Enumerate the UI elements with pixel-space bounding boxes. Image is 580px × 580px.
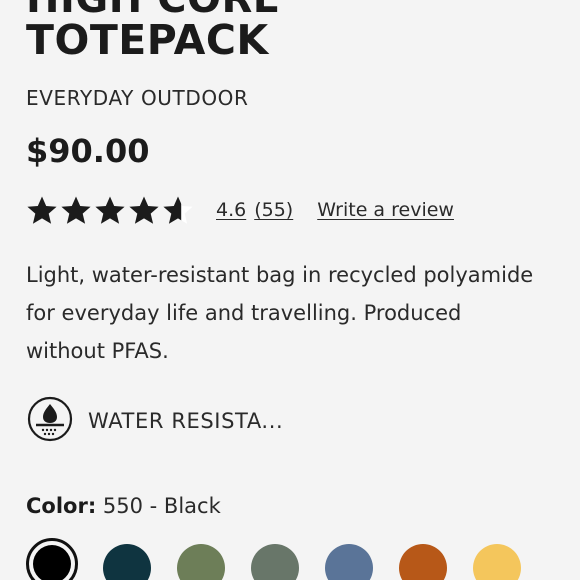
color-selection-text: Color: 550 - Black <box>26 494 221 518</box>
color-swatches <box>26 538 580 580</box>
color-swatch-grey-green[interactable] <box>251 544 299 580</box>
color-selected-value: 550 - Black <box>102 494 221 518</box>
rating-row: 4.6 (55) Write a review <box>26 190 454 230</box>
color-swatch-dark-teal[interactable] <box>103 544 151 580</box>
color-swatch-rust-orange[interactable] <box>399 544 447 580</box>
rating-value: 4.6 <box>216 199 247 221</box>
color-swatch-olive-green[interactable] <box>177 544 225 580</box>
product-collection: EVERYDAY OUTDOOR <box>26 86 249 110</box>
rating-summary-link[interactable]: 4.6 (55) <box>216 199 293 221</box>
rating-stars <box>26 195 194 225</box>
star-icon <box>162 195 194 225</box>
feature-label: WATER RESISTA... <box>88 409 284 433</box>
color-swatch-slate-blue[interactable] <box>325 544 373 580</box>
write-review-link[interactable]: Write a review <box>317 199 454 221</box>
star-icon <box>60 195 92 225</box>
product-title: TOTEPACK <box>26 16 269 64</box>
water-resistant-icon <box>26 395 74 447</box>
product-description: Light, water-resistant bag in recycled p… <box>26 263 534 363</box>
star-icon <box>26 195 58 225</box>
product-page: HIGH CORE TOTEPACK EVERYDAY OUTDOOR $90.… <box>0 0 580 580</box>
star-icon <box>94 195 126 225</box>
star-icon <box>128 195 160 225</box>
product-price: $90.00 <box>26 132 150 170</box>
rating-count: (55) <box>254 199 294 221</box>
color-swatch-yellow[interactable] <box>473 544 521 580</box>
color-swatch-black[interactable] <box>26 538 78 580</box>
feature-water-resistant[interactable]: WATER RESISTA... <box>26 395 283 447</box>
color-label: Color: <box>26 494 97 518</box>
